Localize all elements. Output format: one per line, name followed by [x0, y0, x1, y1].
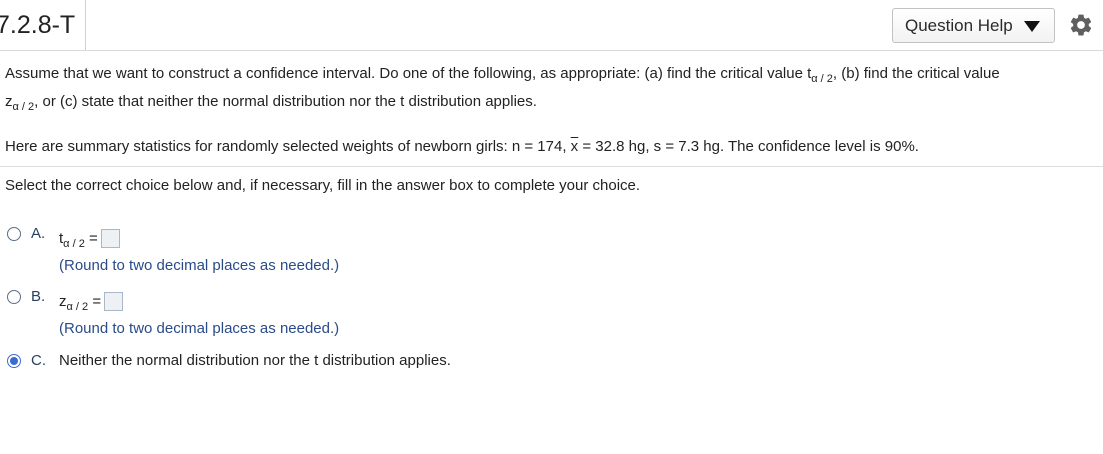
- choice-b-answer-box[interactable]: [104, 292, 124, 311]
- caret-down-icon: [1024, 21, 1040, 32]
- alpha-subscript: α / 2: [12, 101, 35, 113]
- prompt-line-2: zα / 2, or (c) state that neither the no…: [5, 93, 537, 113]
- choice-c-letter: C.: [31, 352, 46, 369]
- instruction-text: Select the correct choice below and, if …: [5, 177, 641, 194]
- question-help-label: Question Help: [905, 16, 1013, 35]
- choice-a-radio[interactable]: [7, 227, 21, 241]
- choice-c-text: Neither the normal distribution nor the …: [59, 352, 451, 369]
- question-help-button[interactable]: Question Help: [892, 8, 1055, 43]
- choice-a-answer-box[interactable]: [100, 229, 120, 248]
- alpha-subscript: α / 2: [811, 73, 833, 85]
- choice-a-letter: A.: [31, 225, 46, 242]
- question-id: 7.2.8-T: [0, 0, 86, 50]
- prompt-line-1: Assume that we want to construct a confi…: [5, 65, 1000, 85]
- choice-b-radio[interactable]: [7, 290, 21, 304]
- choice-b-hint: (Round to two decimal places as needed.): [59, 320, 340, 337]
- choice-a-hint: (Round to two decimal places as needed.): [59, 257, 340, 274]
- choice-b-expression: zα / 2 =: [59, 292, 124, 313]
- choice-b-letter: B.: [31, 288, 46, 305]
- choice-c-radio[interactable]: [7, 354, 21, 368]
- divider: [0, 166, 1103, 167]
- gear-icon[interactable]: [1068, 12, 1094, 38]
- choice-a-expression: tα / 2 =: [59, 229, 120, 250]
- question-header: 7.2.8-T Question Help: [0, 0, 1103, 51]
- summary-statistics: Here are summary statistics for randomly…: [5, 138, 919, 155]
